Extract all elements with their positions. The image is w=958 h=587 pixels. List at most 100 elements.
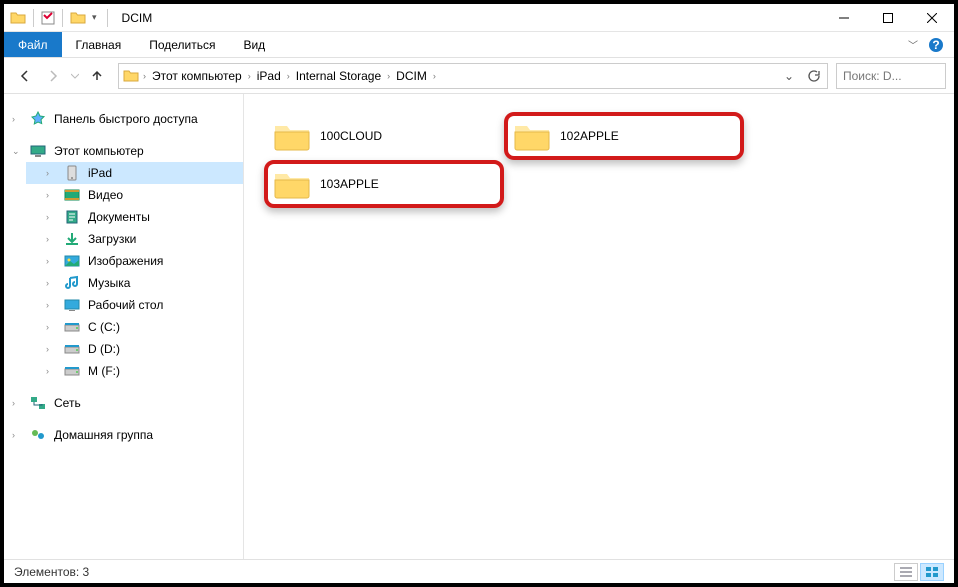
folder-102apple[interactable]: 102APPLE bbox=[504, 112, 744, 160]
breadcrumb-item[interactable]: Internal Storage bbox=[294, 69, 383, 83]
window-controls bbox=[822, 4, 954, 32]
sidebar-homegroup[interactable]: › Домашняя группа bbox=[26, 424, 243, 446]
music-icon bbox=[64, 275, 80, 291]
chevron-right-icon: › bbox=[46, 344, 56, 354]
folder-icon bbox=[274, 121, 310, 151]
chevron-right-icon: › bbox=[46, 190, 56, 200]
minimize-button[interactable] bbox=[822, 4, 866, 32]
thumbnails-view-button[interactable] bbox=[920, 563, 944, 581]
search-box[interactable]: Поиск: D... bbox=[836, 63, 946, 89]
sidebar-this-pc[interactable]: ⌄ Этот компьютер bbox=[26, 140, 243, 162]
chevron-right-icon: › bbox=[46, 300, 56, 310]
chevron-right-icon[interactable]: › bbox=[387, 71, 390, 81]
chevron-right-icon[interactable]: › bbox=[248, 71, 251, 81]
content-pane: 100CLOUD 102APPLE 103APPLE bbox=[244, 94, 954, 559]
network-icon bbox=[30, 395, 46, 411]
sidebar-label: Этот компьютер bbox=[54, 144, 144, 158]
chevron-right-icon: › bbox=[46, 366, 56, 376]
sidebar-label: Домашняя группа bbox=[54, 428, 153, 442]
chevron-right-icon: › bbox=[46, 256, 56, 266]
sidebar-item-музыка[interactable]: › Музыка bbox=[26, 272, 243, 294]
window-title: DCIM bbox=[122, 11, 153, 25]
chevron-down-icon: ⌄ bbox=[12, 146, 22, 157]
sidebar-item-m-f-[interactable]: › M (F:) bbox=[26, 360, 243, 382]
sidebar-item-c-c-[interactable]: ›C (C:) bbox=[26, 316, 243, 338]
properties-icon[interactable] bbox=[41, 11, 55, 25]
folder-103apple[interactable]: 103APPLE bbox=[264, 160, 504, 208]
sidebar-item-label: iPad bbox=[88, 166, 112, 180]
chevron-right-icon[interactable]: › bbox=[433, 71, 436, 81]
sidebar-item-ipad[interactable]: ›iPad bbox=[26, 162, 243, 184]
folder-100cloud[interactable]: 100CLOUD bbox=[264, 112, 504, 160]
chevron-right-icon: › bbox=[46, 234, 56, 244]
navigation-pane: › Панель быстрого доступа ⌄ Этот компьют… bbox=[4, 94, 244, 559]
close-button[interactable] bbox=[910, 4, 954, 32]
dropdown-icon[interactable]: ▾ bbox=[89, 12, 100, 23]
tab-view[interactable]: Вид bbox=[229, 32, 279, 57]
sidebar-label: Панель быстрого доступа bbox=[54, 112, 198, 126]
breadcrumb-item[interactable]: Этот компьютер bbox=[150, 69, 244, 83]
sidebar-item-label: Загрузки bbox=[88, 232, 136, 246]
folder-label: 103APPLE bbox=[320, 177, 379, 191]
sidebar-label: Сеть bbox=[54, 396, 81, 410]
recent-locations-button[interactable] bbox=[68, 63, 82, 89]
chevron-right-icon: › bbox=[46, 212, 56, 222]
maximize-button[interactable] bbox=[866, 4, 910, 32]
tab-file[interactable]: Файл bbox=[4, 32, 62, 57]
sidebar-item-рабочий-стол[interactable]: ›Рабочий стол bbox=[26, 294, 243, 316]
sidebar-item-label: Видео bbox=[88, 188, 123, 202]
sidebar-item-загрузки[interactable]: › Загрузки bbox=[26, 228, 243, 250]
tab-home[interactable]: Главная bbox=[62, 32, 136, 57]
address-bar[interactable]: › Этот компьютер › iPad › Internal Stora… bbox=[118, 63, 828, 89]
downloads-icon bbox=[64, 231, 80, 247]
item-count: Элементов: 3 bbox=[14, 565, 89, 579]
expand-ribbon-icon[interactable]: ﹀ bbox=[908, 37, 918, 52]
details-view-button[interactable] bbox=[894, 563, 918, 581]
sidebar-item-видео[interactable]: › Видео bbox=[26, 184, 243, 206]
breadcrumb-label: DCIM bbox=[396, 69, 427, 83]
back-button[interactable] bbox=[12, 63, 38, 89]
sidebar-item-label: M (F:) bbox=[88, 364, 120, 378]
sidebar-item-label: Музыка bbox=[88, 276, 130, 290]
sidebar-quick-access[interactable]: › Панель быстрого доступа bbox=[26, 108, 243, 130]
breadcrumb-label: iPad bbox=[257, 69, 281, 83]
svg-text:?: ? bbox=[932, 38, 939, 52]
history-dropdown-icon[interactable]: ⌄ bbox=[779, 66, 799, 86]
chevron-right-icon[interactable]: › bbox=[143, 71, 146, 81]
homegroup-icon bbox=[30, 427, 46, 443]
ribbon-tabs: Файл Главная Поделиться Вид ﹀ ? bbox=[4, 32, 954, 58]
title-bar: ▾ DCIM bbox=[4, 4, 954, 32]
breadcrumb-item[interactable]: DCIM bbox=[394, 69, 429, 83]
up-button[interactable] bbox=[84, 63, 110, 89]
forward-button[interactable] bbox=[40, 63, 66, 89]
folder-icon bbox=[10, 10, 26, 26]
status-bar: Элементов: 3 bbox=[4, 559, 954, 583]
navigation-bar: › Этот компьютер › iPad › Internal Stora… bbox=[4, 58, 954, 94]
breadcrumb-label: Internal Storage bbox=[296, 69, 381, 83]
device-icon bbox=[64, 165, 80, 181]
chevron-right-icon: › bbox=[46, 278, 56, 288]
sidebar-item-изображения[interactable]: ›Изображения bbox=[26, 250, 243, 272]
tab-share[interactable]: Поделиться bbox=[135, 32, 229, 57]
folder-label: 100CLOUD bbox=[320, 129, 382, 143]
sidebar-item-d-d-[interactable]: › D (D:) bbox=[26, 338, 243, 360]
desktop-icon bbox=[64, 297, 80, 313]
folder-icon bbox=[274, 169, 310, 199]
refresh-icon[interactable] bbox=[803, 66, 823, 86]
sidebar-network[interactable]: › Сеть bbox=[26, 392, 243, 414]
video-icon bbox=[64, 187, 80, 203]
folder-label: 102APPLE bbox=[560, 129, 619, 143]
sidebar-item-label: D (D:) bbox=[88, 342, 120, 356]
search-placeholder: Поиск: D... bbox=[843, 69, 902, 83]
folder-icon-small[interactable] bbox=[70, 10, 86, 26]
folder-grid: 100CLOUD 102APPLE 103APPLE bbox=[264, 112, 934, 208]
breadcrumb-item[interactable]: iPad bbox=[255, 69, 283, 83]
chevron-right-icon: › bbox=[12, 398, 22, 408]
chevron-right-icon[interactable]: › bbox=[287, 71, 290, 81]
sidebar-item-документы[interactable]: › Документы bbox=[26, 206, 243, 228]
help-icon[interactable]: ? bbox=[928, 37, 944, 53]
chevron-right-icon: › bbox=[12, 114, 22, 124]
chevron-right-icon: › bbox=[46, 322, 56, 332]
sidebar-item-label: Документы bbox=[88, 210, 150, 224]
breadcrumb-label: Этот компьютер bbox=[152, 69, 242, 83]
